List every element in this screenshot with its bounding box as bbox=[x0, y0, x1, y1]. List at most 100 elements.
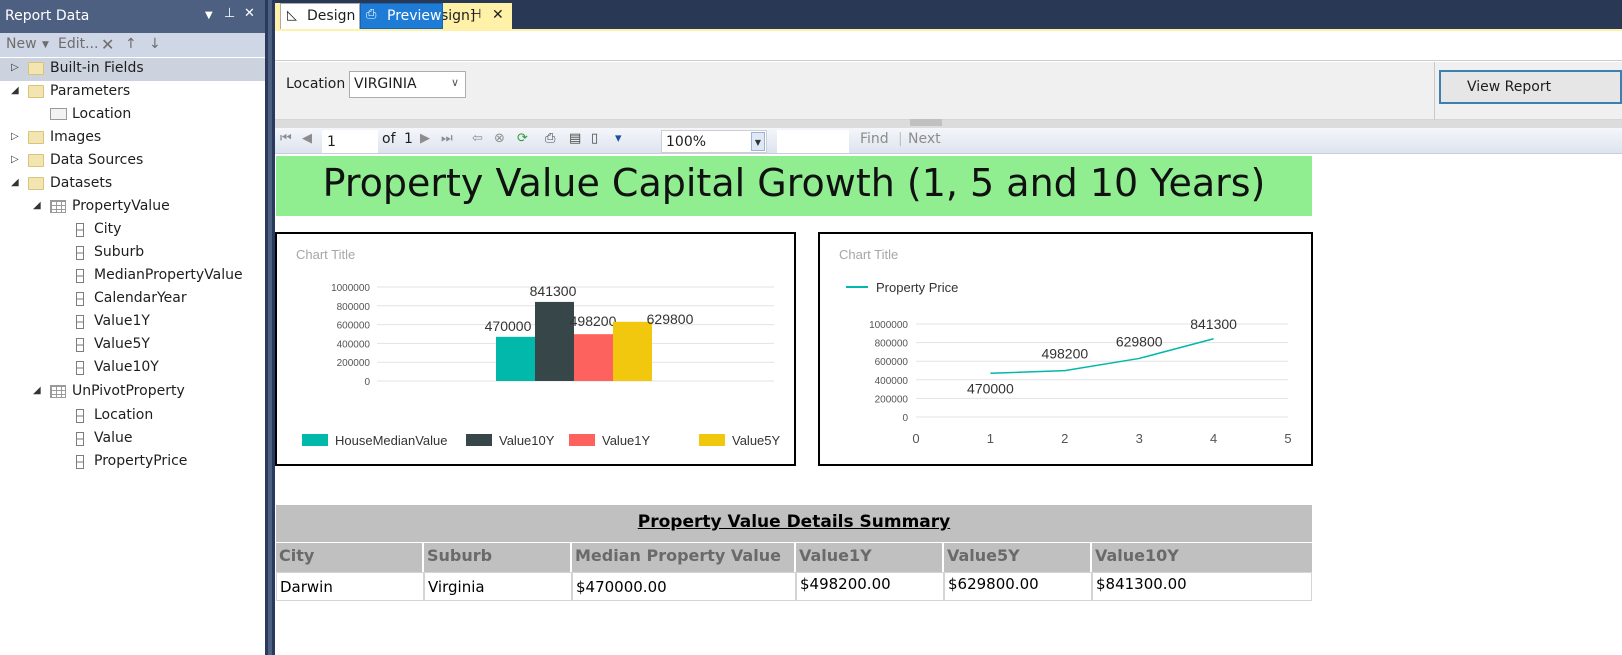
chevron-down-icon[interactable]: ▼ bbox=[42, 40, 49, 50]
tree-item-field[interactable]: City bbox=[0, 219, 265, 242]
tree-item-dataset-unpivotproperty[interactable]: ◢ UnPivotProperty bbox=[0, 381, 265, 404]
field-icon bbox=[76, 292, 84, 306]
data-label: 470000 bbox=[967, 380, 1014, 396]
tree-item-label: Suburb bbox=[94, 244, 145, 260]
back-icon[interactable]: ⇦ bbox=[472, 131, 483, 146]
print-icon[interactable]: ⎙ bbox=[545, 131, 555, 146]
series-line bbox=[990, 338, 1214, 375]
zoom-select[interactable]: 100% ▼ bbox=[661, 130, 767, 153]
tree-item-field[interactable]: Value1Y bbox=[0, 311, 265, 334]
tree-item-dataset-propertyvalue[interactable]: ◢ PropertyValue bbox=[0, 196, 265, 219]
tree-item-builtin-fields[interactable]: ▷ Built-in Fields bbox=[0, 58, 265, 81]
tree-item-field[interactable]: CalendarYear bbox=[0, 288, 265, 311]
tree-item-label: Datasets bbox=[50, 175, 113, 191]
table-header-city: City bbox=[276, 543, 424, 572]
y-tick-label: 800000 bbox=[337, 302, 371, 313]
tree-item-field[interactable]: Value5Y bbox=[0, 334, 265, 357]
location-select[interactable]: VIRGINIA ∨ bbox=[349, 71, 466, 98]
table-cell-suburb: Virginia bbox=[424, 572, 572, 601]
delete-icon[interactable]: ✕ bbox=[101, 35, 114, 54]
bar-chart-svg: Chart Title 0 200000 400000 600000 800000 1000… bbox=[296, 247, 781, 448]
view-report-button[interactable]: View Report bbox=[1439, 70, 1622, 104]
parameter-icon bbox=[50, 108, 67, 120]
expand-arrow-icon[interactable]: ▷ bbox=[11, 131, 19, 142]
data-label: 498200 bbox=[1041, 346, 1088, 362]
expand-arrow-icon[interactable]: ▷ bbox=[11, 154, 19, 165]
chevron-down-icon: ∨ bbox=[450, 76, 459, 89]
legend-label: Value10Y bbox=[499, 433, 555, 448]
y-tick-label: 0 bbox=[364, 377, 370, 388]
tree-item-field[interactable]: Value10Y bbox=[0, 357, 265, 380]
table-cell-median: $470000.00 bbox=[572, 572, 796, 601]
field-icon bbox=[76, 223, 84, 237]
previous-page-icon[interactable]: ◀ bbox=[302, 131, 312, 146]
tree-item-label: MedianPropertyValue bbox=[94, 267, 243, 283]
find-button[interactable]: Find bbox=[860, 131, 889, 147]
tree-item-images[interactable]: ▷ Images bbox=[0, 127, 265, 150]
tree-item-parameters[interactable]: ◢ Parameters bbox=[0, 81, 265, 104]
refresh-icon[interactable]: ⟳ bbox=[517, 131, 528, 146]
tree-item-field[interactable]: Suburb bbox=[0, 242, 265, 265]
table-cell-value1y: $498200.00 bbox=[796, 572, 944, 601]
report-title: Property Value Capital Growth (1, 5 and … bbox=[276, 156, 1312, 216]
arrow-down-icon[interactable]: ↓ bbox=[149, 36, 161, 52]
tree-item-field[interactable]: Location bbox=[0, 405, 265, 428]
first-page-icon[interactable]: ⏮ bbox=[280, 131, 292, 146]
collapse-arrow-icon[interactable]: ◢ bbox=[11, 85, 19, 96]
tree-item-label: UnPivotProperty bbox=[72, 383, 185, 399]
field-icon bbox=[76, 338, 84, 352]
tree-item-field[interactable]: MedianPropertyValue bbox=[0, 265, 265, 288]
field-icon bbox=[76, 409, 84, 423]
preview-icon: ⎙ bbox=[366, 7, 377, 22]
splitter-bar bbox=[268, 0, 272, 655]
field-icon bbox=[76, 361, 84, 375]
collapse-arrow-icon[interactable]: ◢ bbox=[33, 200, 41, 211]
tree-item-field[interactable]: Value bbox=[0, 428, 265, 451]
chevron-down-icon[interactable]: ▼ bbox=[205, 10, 213, 21]
collapse-handle[interactable] bbox=[910, 119, 942, 126]
chart-title: Chart Title bbox=[839, 247, 898, 262]
tree-item-label: PropertyValue bbox=[72, 198, 170, 214]
edit-button[interactable]: Edit... bbox=[58, 36, 98, 52]
tree-item-label: PropertyPrice bbox=[94, 453, 188, 469]
pin-icon[interactable]: ⊥ bbox=[224, 6, 235, 21]
next-page-icon[interactable]: ▶ bbox=[420, 131, 430, 146]
tab-preview[interactable]: ⎙ Preview bbox=[360, 3, 443, 29]
y-tick-label: 600000 bbox=[875, 357, 909, 368]
tree-item-data-sources[interactable]: ▷ Data Sources bbox=[0, 150, 265, 173]
find-input[interactable] bbox=[777, 130, 849, 153]
folder-icon bbox=[28, 62, 44, 75]
table-cell-value5y: $629800.00 bbox=[944, 572, 1092, 601]
y-tick-label: 200000 bbox=[337, 358, 371, 369]
collapse-arrow-icon[interactable]: ◢ bbox=[33, 385, 41, 396]
pin-icon[interactable]: ⊣ bbox=[470, 7, 481, 22]
tree-item-label: Value5Y bbox=[94, 336, 150, 352]
expand-arrow-icon[interactable]: ▷ bbox=[11, 62, 19, 73]
bar-chart: Chart Title 0 200000 400000 600000 800000 1000… bbox=[275, 232, 796, 466]
data-label: 841300 bbox=[530, 283, 577, 299]
tree-item-label: Value bbox=[94, 430, 133, 446]
tree-item-param-location[interactable]: Location bbox=[0, 104, 265, 127]
x-tick-label: 5 bbox=[1284, 431, 1291, 446]
next-button[interactable]: Next bbox=[908, 131, 941, 147]
page-number-input[interactable]: 1 bbox=[322, 130, 378, 153]
tree-item-field[interactable]: PropertyPrice bbox=[0, 451, 265, 474]
new-button[interactable]: New bbox=[6, 36, 37, 52]
table-header-value5y: Value5Y bbox=[944, 543, 1092, 572]
close-icon[interactable]: ✕ bbox=[492, 7, 504, 23]
print-layout-icon[interactable]: ▤ bbox=[569, 131, 581, 146]
table-header-value10y: Value10Y bbox=[1092, 543, 1312, 572]
stop-icon[interactable]: ⊗ bbox=[494, 131, 505, 146]
tree-item-datasets[interactable]: ◢ Datasets bbox=[0, 173, 265, 196]
tab-design[interactable]: ◺ Design bbox=[280, 3, 360, 29]
arrow-up-icon[interactable]: ↑ bbox=[125, 36, 137, 52]
legend-swatch bbox=[569, 434, 595, 446]
collapse-arrow-icon[interactable]: ◢ bbox=[11, 177, 19, 188]
table-cell-city: Darwin bbox=[276, 572, 424, 601]
export-icon[interactable]: ▾ bbox=[615, 131, 622, 146]
close-icon[interactable]: ✕ bbox=[244, 6, 255, 21]
last-page-icon[interactable]: ⏭ bbox=[441, 131, 453, 146]
folder-icon bbox=[28, 131, 44, 144]
data-label: 498200 bbox=[570, 313, 617, 329]
page-setup-icon[interactable]: ▯ bbox=[591, 131, 598, 146]
